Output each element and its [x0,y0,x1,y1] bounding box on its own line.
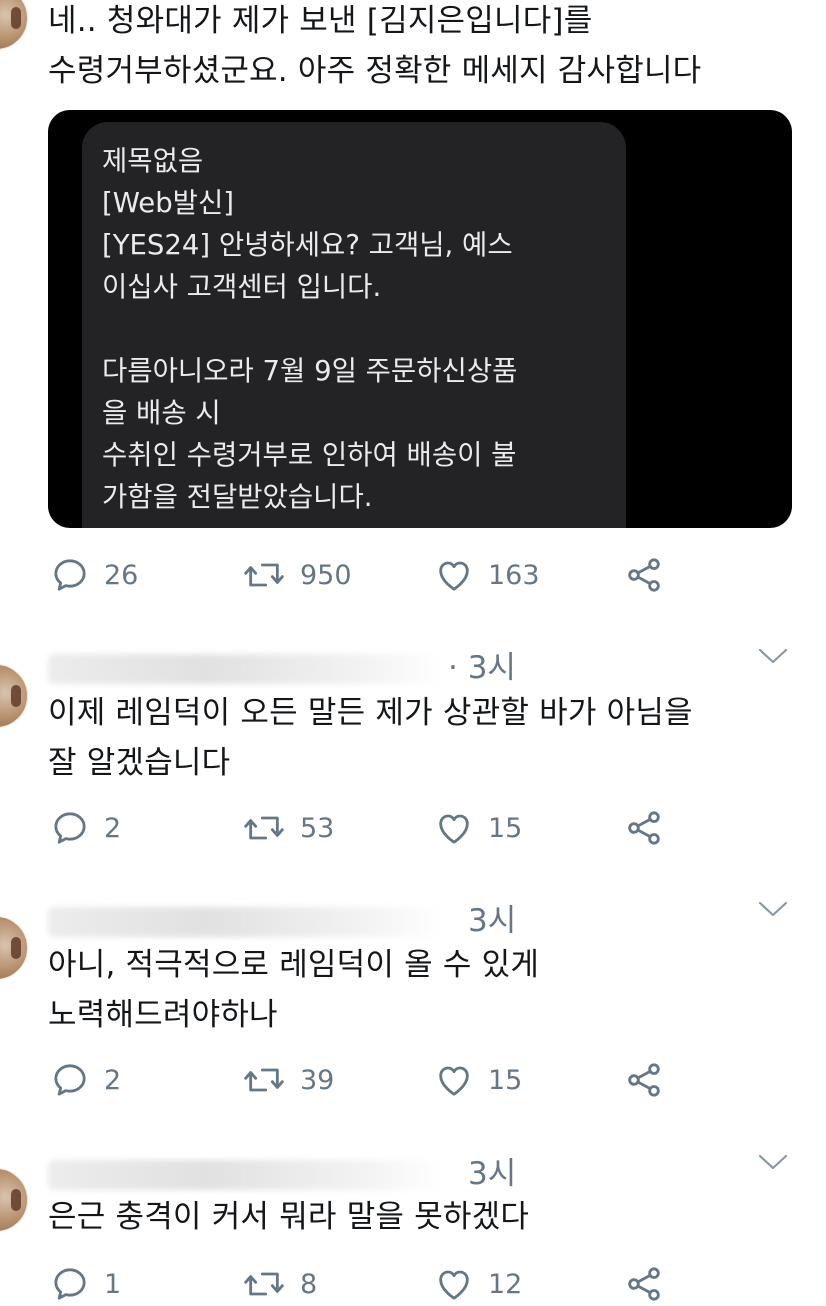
tweet-text: 은근 충격이 커서 뭐라 말을 못하겠다 [48,1192,529,1242]
like-button[interactable]: 15 [434,1058,522,1102]
retweet-button[interactable]: 8 [242,1262,317,1306]
reply-count: 1 [104,1268,122,1300]
chevron-down-icon[interactable] [756,897,790,921]
avatar[interactable] [0,1168,28,1232]
share-icon [628,1063,660,1097]
reply-icon [54,812,86,844]
reply-icon [54,1268,86,1300]
avatar[interactable] [0,664,28,728]
reply-count: 26 [104,559,139,591]
sms-line [102,308,517,350]
avatar[interactable] [0,0,28,50]
reply-button[interactable]: 2 [50,1058,121,1102]
retweet-count: 8 [300,1268,318,1300]
tweet-text-line: 잘 알겠습니다 [48,745,231,781]
retweet-count: 39 [300,1064,335,1096]
tweet-text-line: 아니, 적극적으로 레임덕이 올 수 있게 [48,947,540,983]
reply-button[interactable]: 26 [50,553,138,597]
like-icon [439,561,469,591]
tweet-actions: 2 53 15 [50,806,690,850]
retweet-count: 950 [300,559,352,591]
sms-line: 수취인 수령거부로 인하여 배송이 불 [102,439,517,471]
avatar[interactable] [0,916,28,980]
reply-button[interactable]: 1 [50,1262,121,1306]
like-count: 15 [488,812,523,844]
tweet-text: 이제 레임덕이 오든 말든 제가 상관할 바가 아님을 잘 알겠습니다 [48,688,693,788]
sms-line: 다름아니오라 7월 9일 주문하신상품 [102,355,518,387]
tweet-image[interactable]: 제목없음 [Web발신] [YES24] 안녕하세요? 고객님, 예스 이십사 … [48,110,792,528]
timestamp[interactable]: · 3시 [448,642,516,687]
like-icon [439,1270,469,1300]
tweet-text-line: 노력해드려야하나 [48,997,278,1033]
retweet-button[interactable]: 39 [242,1058,334,1102]
like-button[interactable]: 163 [434,553,540,597]
like-count: 12 [488,1268,523,1300]
tweet-text: 네.. 청와대가 제가 보낸 [김지은입니다]를 수령거부하셨군요. 아주 정확… [48,0,701,96]
tweet-actions: 2 39 15 [50,1058,690,1102]
sms-line: [YES24] 안녕하세요? 고객님, 예스 [102,229,513,261]
reply-icon [54,1064,86,1096]
sms-text: 제목없음 [Web발신] [YES24] 안녕하세요? 고객님, 예스 이십사 … [102,140,517,518]
reply-count: 2 [104,1064,122,1096]
share-button[interactable] [624,1058,664,1102]
reply-icon [54,559,86,591]
tweet-actions: 26 950 163 [50,553,690,597]
tweet-actions: 1 8 12 [50,1262,690,1306]
like-count: 163 [488,559,540,591]
retweet-count: 53 [300,812,335,844]
tweet-text: 아니, 적극적으로 레임덕이 올 수 있게 노력해드려야하나 [48,940,539,1040]
share-icon [628,558,660,592]
user-name-redacted [48,654,443,684]
tweet-text-line: 네.. 청와대가 제가 보낸 [김지은입니다]를 [48,3,593,39]
share-icon [628,811,660,845]
share-button[interactable] [624,1262,664,1306]
like-button[interactable]: 15 [434,806,522,850]
sms-line: 을 배송 시 [102,397,221,429]
like-count: 15 [488,1064,523,1096]
tweet-text-line: 수령거부하셨군요. 아주 정확한 메세지 감사합니다 [48,53,702,89]
chevron-down-icon[interactable] [756,644,790,668]
share-button[interactable] [624,553,664,597]
sms-line: 이십사 고객센터 입니다. [102,271,382,303]
tweet-text-line: 이제 레임덕이 오든 말든 제가 상관할 바가 아님을 [48,695,693,731]
retweet-button[interactable]: 950 [242,553,352,597]
tweet-text-line: 은근 충격이 커서 뭐라 말을 못하겠다 [48,1199,530,1235]
reply-count: 2 [104,812,122,844]
tweet-header: · 3시 [48,648,788,690]
tweet-header: 3시 [48,901,788,943]
retweet-icon [244,1068,284,1092]
retweet-icon [244,816,284,840]
retweet-icon [244,563,284,587]
timestamp[interactable]: 3시 [468,895,516,940]
like-icon [439,1066,469,1096]
retweet-button[interactable]: 53 [242,806,334,850]
user-name-redacted [48,907,443,937]
share-button[interactable] [624,806,664,850]
chevron-down-icon[interactable] [756,1150,790,1174]
retweet-icon [244,1272,284,1296]
timestamp[interactable]: 3시 [468,1148,516,1193]
reply-button[interactable]: 2 [50,806,121,850]
sms-line: 제목없음 [102,145,204,177]
sms-line: 가함을 전달받았습니다. [102,481,373,513]
sms-bubble: 제목없음 [Web발신] [YES24] 안녕하세요? 고객님, 예스 이십사 … [82,122,626,528]
share-icon [628,1267,660,1301]
sms-line: [Web발신] [102,187,235,219]
like-button[interactable]: 12 [434,1262,522,1306]
like-icon [439,814,469,844]
tweet-header: 3시 [48,1154,788,1196]
user-name-redacted [48,1160,443,1190]
